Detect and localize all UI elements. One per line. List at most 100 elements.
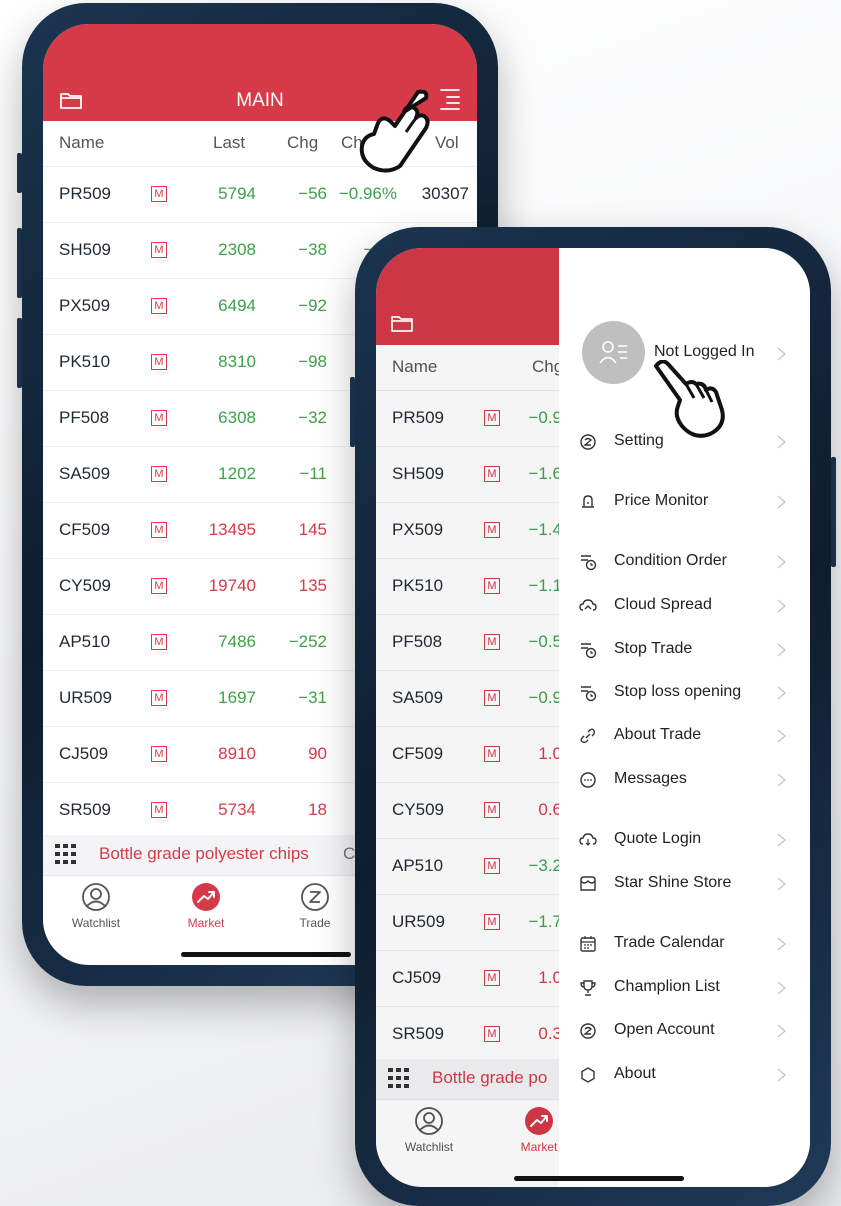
menu-item-price-monitor[interactable]: Price Monitor — [559, 482, 810, 522]
menu-item-label: Trade Calendar — [614, 934, 725, 951]
change: −32 — [298, 408, 327, 427]
change: −31 — [298, 688, 327, 707]
symbol: SA509 — [59, 464, 111, 483]
setting-icon — [580, 434, 596, 450]
menu-item-label: Price Monitor — [614, 492, 709, 509]
last-price: 13495 — [208, 520, 256, 539]
chevron-right-icon — [777, 1024, 786, 1038]
volume-up-button — [17, 228, 22, 298]
col-vol[interactable]: Vol — [435, 133, 459, 153]
menu-item-champlion-list[interactable]: Champlion List — [559, 968, 810, 1008]
menu-item-label: Quote Login — [614, 830, 702, 847]
menu-item-open-account[interactable]: Open Account — [559, 1011, 810, 1051]
symbol: AP510 — [59, 632, 111, 651]
m-badge: M — [151, 634, 167, 650]
change: −92 — [298, 296, 327, 315]
last-price: 5734 — [218, 800, 256, 819]
link-icon — [580, 728, 596, 744]
tab-watchlist[interactable]: Watchlist — [56, 882, 136, 930]
chevron-right-icon — [777, 599, 786, 613]
grid-icon[interactable] — [55, 844, 77, 864]
m-badge: M — [151, 578, 167, 594]
login-status[interactable]: Not Logged In — [654, 343, 755, 361]
cloud-icon — [579, 599, 597, 611]
col-chg[interactable]: Chg — [287, 133, 318, 153]
last-price: 6308 — [218, 408, 256, 427]
chevron-right-icon — [777, 686, 786, 700]
menu-item-stop-loss-opening[interactable]: Stop loss opening — [559, 673, 810, 713]
menu-item-stop-trade[interactable]: Stop Trade — [559, 630, 810, 670]
chevron-right-icon — [777, 937, 786, 951]
avatar[interactable] — [582, 321, 645, 384]
tab-label: Market — [187, 916, 225, 930]
ticker-text-next: C — [343, 844, 356, 863]
symbol: PX509 — [59, 296, 111, 315]
menu-item-label: Champlion List — [614, 978, 720, 995]
ticker-text: Bottle grade polyester chips — [99, 844, 309, 863]
calendar-icon — [580, 936, 596, 952]
m-badge: M — [151, 242, 167, 258]
change: 145 — [298, 520, 327, 539]
last-price: 2308 — [218, 240, 256, 259]
change: −98 — [298, 352, 327, 371]
bell-icon — [582, 495, 594, 508]
col-name[interactable]: Name — [59, 133, 104, 153]
last-price: 19740 — [208, 576, 256, 595]
chevron-right-icon — [777, 643, 786, 657]
last-price: 1202 — [218, 464, 256, 483]
change: −252 — [288, 632, 327, 651]
menu-item-label: Condition Order — [614, 552, 727, 569]
menu-item-star-shine-store[interactable]: Star Shine Store — [559, 864, 810, 904]
chevron-right-icon — [777, 981, 786, 995]
home-indicator — [514, 1176, 684, 1181]
stop-trade-icon — [581, 643, 597, 659]
person-circle-icon — [82, 883, 110, 911]
menu-item-condition-order[interactable]: Condition Order — [559, 542, 810, 582]
menu-icon[interactable] — [439, 87, 461, 111]
last-price: 8310 — [218, 352, 256, 371]
symbol: PF508 — [59, 408, 110, 427]
store-icon — [580, 876, 596, 891]
volume: 30307 — [421, 184, 469, 203]
change: 90 — [308, 744, 327, 763]
change: −38 — [298, 240, 327, 259]
tab-market[interactable]: Market — [166, 882, 246, 930]
chevron-right-icon — [777, 435, 786, 449]
m-badge: M — [151, 186, 167, 202]
chevron-right-icon — [777, 877, 786, 891]
menu-item-about-trade[interactable]: About Trade — [559, 716, 810, 756]
symbol: UR509 — [59, 688, 112, 707]
m-badge: M — [151, 522, 167, 538]
menu-item-messages[interactable]: Messages — [559, 760, 810, 800]
col-last[interactable]: Last — [213, 133, 245, 153]
last-price: 6494 — [218, 296, 256, 315]
trending-up-icon — [192, 883, 220, 911]
trophy-icon — [580, 980, 596, 996]
volume-button — [350, 377, 355, 447]
cloud-login-icon — [579, 833, 597, 846]
quote-row[interactable]: PR509 M 5794 −56 −0.96% 30307 — [43, 167, 477, 223]
drawer-screen: Name Chg PR509 M −0.9 SH509 M −1.6 PX509 M −1.4 P… — [376, 248, 810, 1187]
z-circle-icon — [301, 883, 329, 911]
chevron-right-icon — [777, 495, 786, 509]
drawer-scrim[interactable] — [376, 248, 559, 1187]
m-badge: M — [151, 298, 167, 314]
menu-item-about[interactable]: About — [559, 1055, 810, 1095]
home-indicator — [181, 952, 351, 957]
symbol: SH509 — [59, 240, 111, 259]
mute-switch — [17, 153, 22, 193]
last-price: 8910 — [218, 744, 256, 763]
menu-item-label: Cloud Spread — [614, 596, 712, 613]
tab-trade[interactable]: Trade — [275, 882, 355, 930]
tab-label: Trade — [299, 916, 331, 930]
menu-item-quote-login[interactable]: Quote Login — [559, 820, 810, 860]
symbol: CF509 — [59, 520, 111, 539]
menu-item-cloud-spread[interactable]: Cloud Spread — [559, 586, 810, 626]
m-badge: M — [151, 746, 167, 762]
m-badge: M — [151, 690, 167, 706]
symbol: CY509 — [59, 576, 111, 595]
menu-item-trade-calendar[interactable]: Trade Calendar — [559, 924, 810, 964]
menu-item-label: Messages — [614, 770, 687, 787]
change-pct: −0.96% — [338, 184, 397, 203]
menu-item-label: Star Shine Store — [614, 874, 732, 891]
